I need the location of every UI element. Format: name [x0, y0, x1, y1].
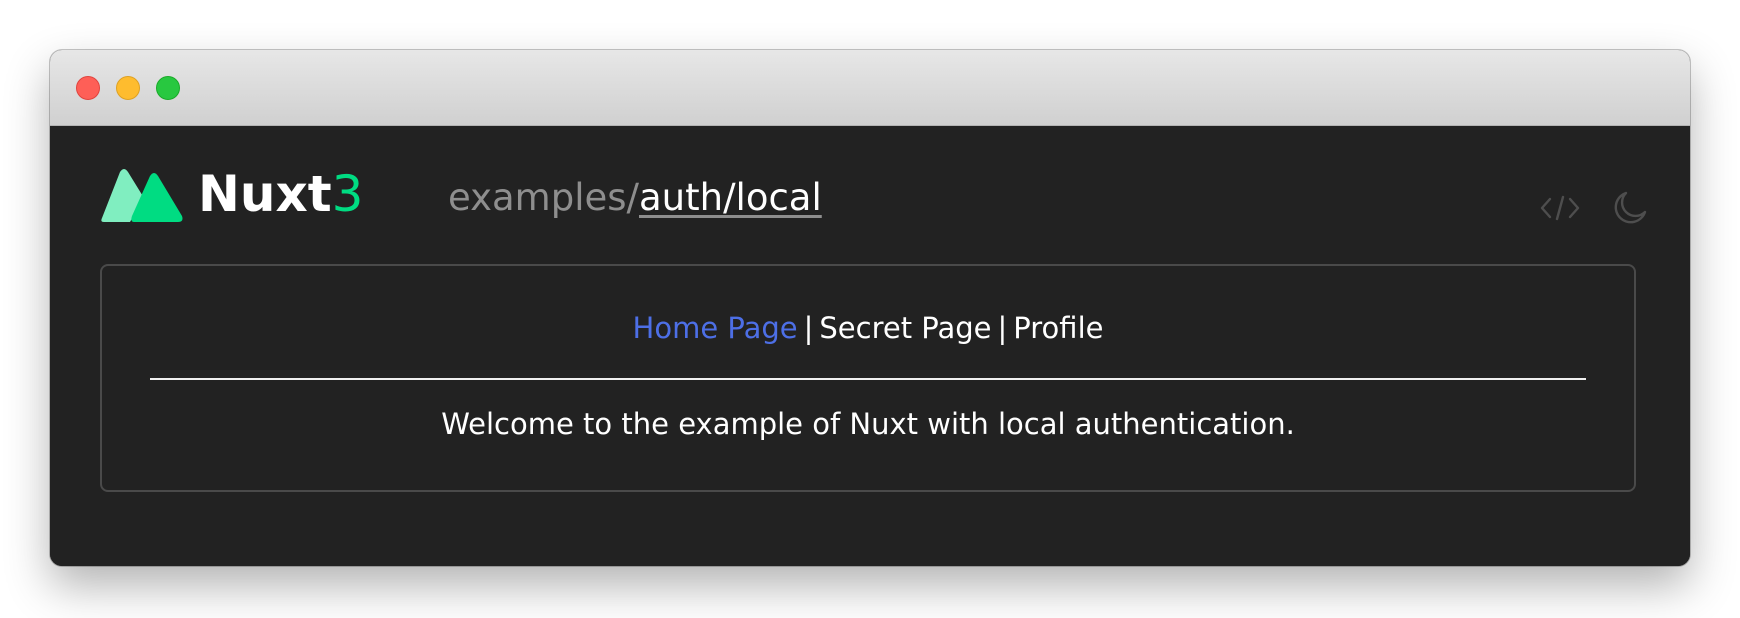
- browser-window: Nuxt3 examples/auth/local Home Page | Se…: [50, 50, 1690, 566]
- main-card: Home Page | Secret Page | Profile Welcome to…: [100, 264, 1636, 492]
- page-header: Nuxt3 examples/auth/local: [100, 162, 1647, 232]
- nav-link-secret[interactable]: Secret Page: [819, 311, 991, 345]
- zoom-window-button[interactable]: [156, 76, 180, 100]
- nav-link-profile[interactable]: Profile: [1013, 311, 1103, 345]
- page-content: Nuxt3 examples/auth/local Home Page | Se…: [50, 126, 1690, 566]
- window-titlebar: [50, 50, 1690, 126]
- moon-icon[interactable]: [1608, 186, 1652, 230]
- brand-version: 3: [331, 165, 364, 223]
- divider: [150, 378, 1586, 380]
- page-nav: Home Page | Secret Page | Profile: [102, 308, 1634, 348]
- nav-link-home[interactable]: Home Page: [633, 311, 798, 345]
- path-link[interactable]: auth/local: [639, 176, 822, 219]
- nav-separator: |: [803, 311, 814, 345]
- minimize-window-button[interactable]: [116, 76, 140, 100]
- brand-text: Nuxt: [198, 165, 332, 223]
- close-window-button[interactable]: [76, 76, 100, 100]
- example-path: examples/auth/local: [448, 170, 822, 226]
- welcome-message: Welcome to the example of Nuxt with loca…: [441, 407, 1295, 441]
- nav-separator: |: [997, 311, 1008, 345]
- code-icon[interactable]: [1538, 186, 1582, 230]
- nuxt-logo-icon[interactable]: [100, 162, 184, 226]
- path-prefix: examples/: [448, 176, 639, 219]
- brand-name[interactable]: Nuxt3: [198, 162, 363, 226]
